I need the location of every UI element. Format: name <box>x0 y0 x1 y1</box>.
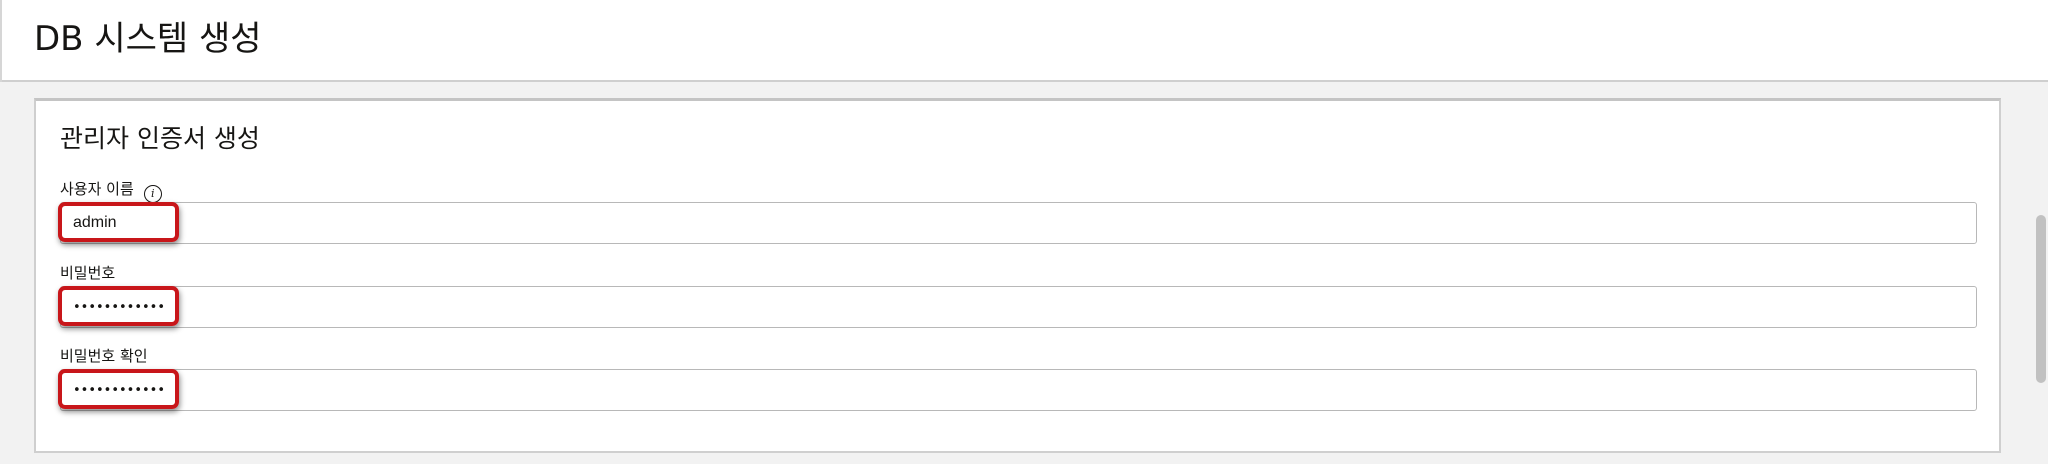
password-value: •••••••••••• <box>73 300 166 315</box>
password-label: 비밀번호 <box>60 264 116 282</box>
confirm-password-field[interactable]: •••••••••••• <box>60 369 1977 411</box>
section-title: 관리자 인증서 생성 <box>60 124 260 153</box>
username-label: 사용자 이름 <box>60 180 134 198</box>
confirm-password-label: 비밀번호 확인 <box>60 347 148 365</box>
username-label-row: 사용자 이름 i <box>60 179 162 203</box>
confirm-password-value: •••••••••••• <box>73 383 166 398</box>
header-left-rule <box>0 0 2 82</box>
username-field[interactable]: admin <box>60 202 1977 244</box>
admin-credentials-panel: 관리자 인증서 생성 사용자 이름 i admin 비밀번호 ••••••••••… <box>34 98 2001 453</box>
page-header: DB 시스템 생성 <box>0 0 2048 82</box>
scrollbar-thumb[interactable] <box>2036 215 2046 383</box>
page-title: DB 시스템 생성 <box>34 19 262 59</box>
info-icon[interactable]: i <box>143 185 162 203</box>
username-value: admin <box>73 214 117 231</box>
password-field[interactable]: •••••••••••• <box>60 286 1977 328</box>
